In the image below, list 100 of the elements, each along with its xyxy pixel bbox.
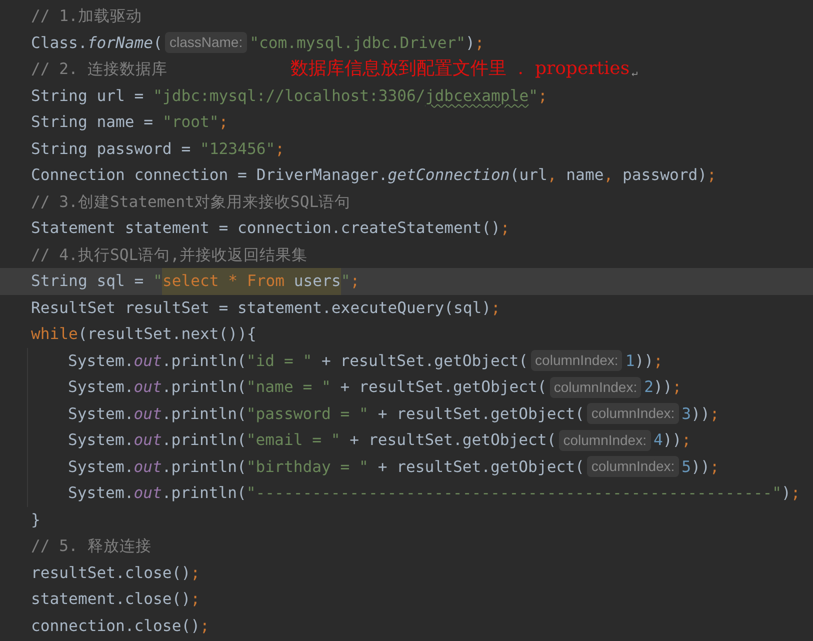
code-punctuation: ; (275, 138, 284, 160)
string-literal: " (340, 271, 350, 292)
string-literal: "com.mysql.jdbc.Driver" (250, 32, 466, 54)
code-text: )) (662, 430, 682, 451)
code-text: + resultSet.getObject( (339, 377, 547, 398)
code-text: )) (691, 456, 710, 478)
code-text: + resultSet.getObject( (376, 404, 584, 424)
code-text: (url (510, 165, 548, 186)
code-text: ( (153, 32, 162, 54)
field-name: out (134, 350, 162, 372)
code-text: System. (68, 456, 134, 478)
code-text: + resultSet.getObject( (348, 430, 556, 451)
code-punctuation: ; (200, 616, 210, 636)
string-literal: "birthday = " (246, 456, 368, 478)
code-text: System. (68, 350, 134, 372)
number-literal: 4 (654, 430, 663, 451)
code-text: ) (466, 32, 475, 54)
parameter-hint: columnIndex: (587, 403, 679, 424)
code-comment: // 1.加载驱动 (31, 6, 142, 27)
code-comment: // 2. 连接数据库 (31, 59, 168, 80)
code-punctuation: , (604, 165, 614, 186)
string-literal: " (153, 271, 162, 292)
string-literal: "id = " (246, 350, 312, 372)
code-text: ) (782, 483, 791, 504)
code-text: .println( (162, 430, 246, 451)
code-text: connection.close() (31, 616, 200, 636)
string-literal: " (528, 86, 538, 106)
code-text: } (31, 510, 40, 530)
code-text: ResultSet resultSet = statement.executeQuery(sql) (31, 298, 492, 318)
code-punctuation: ; (707, 165, 716, 186)
code-punctuation: ; (190, 589, 200, 610)
code-punctuation: , (547, 165, 558, 186)
code-punctuation: ; (218, 112, 228, 133)
code-text: String name = (31, 112, 154, 133)
string-literal: "jdbc:mysql://localhost:3306/ (153, 86, 426, 106)
method-name: getConnection (388, 165, 510, 186)
code-text: System. (68, 430, 134, 451)
string-literal: "-------------------------------------------------------" (246, 483, 782, 504)
code-punctuation: ; (710, 456, 720, 478)
parameter-hint: columnIndex: (559, 430, 650, 451)
number-literal: 5 (682, 456, 692, 478)
code-text: Connection connection = DriverManager. (31, 165, 388, 186)
code-text: .println( (162, 377, 246, 398)
code-text: )) (654, 377, 672, 398)
code-punctuation: ; (500, 218, 510, 239)
code-text: + resultSet.getObject( (376, 456, 584, 478)
paragraph-mark: ↵ (632, 66, 638, 80)
misspelled-word: jdbcexample (425, 86, 529, 106)
field-name: out (134, 430, 162, 451)
code-text: Statement statement = connection.createStatement() (31, 218, 500, 239)
code-text: String url = (31, 86, 145, 106)
code-keyword: while (31, 324, 78, 345)
code-text: name (566, 165, 604, 186)
code-text: (resultSet.next()){ (78, 324, 256, 345)
parameter-hint: className: (165, 32, 247, 54)
selected-text: users (284, 268, 341, 294)
code-punctuation: ; (790, 483, 800, 504)
code-text: System. (68, 404, 134, 424)
string-literal: "email = " (246, 430, 340, 451)
code-text: password) (622, 165, 708, 186)
code-punctuation: ; (491, 298, 500, 318)
string-literal: "root" (162, 112, 219, 133)
string-literal: "password = " (246, 404, 368, 424)
string-literal: "name = " (246, 377, 331, 398)
code-punctuation: ; (654, 350, 663, 372)
code-text: System. (68, 377, 134, 398)
code-text: )) (691, 404, 710, 424)
parameter-hint: columnIndex: (531, 350, 622, 372)
parameter-hint: columnIndex: (550, 376, 642, 398)
annotation-note: 数据库信息放到配置文件里 . properties (290, 57, 630, 81)
code-comment: // 3.创建Statement对象用来接收SQL语句 (31, 192, 351, 212)
code-text: .println( (162, 350, 246, 372)
field-name: out (134, 404, 162, 424)
method-name: forName (87, 32, 154, 54)
code-text: Class. (31, 32, 88, 54)
string-literal: "123456" (200, 138, 276, 160)
code-text: .println( (162, 456, 246, 478)
code-punctuation: ; (538, 86, 548, 106)
code-punctuation: ; (350, 271, 360, 292)
code-comment: // 4.执行SQL语句,并接收返回结果集 (31, 244, 308, 266)
code-punctuation: ; (710, 404, 720, 424)
field-name: out (134, 377, 162, 398)
code-text: System. (68, 483, 134, 504)
parameter-hint: columnIndex: (587, 456, 679, 478)
code-text: statement.close() (31, 589, 191, 610)
field-name: out (134, 483, 162, 504)
number-literal: 2 (644, 377, 654, 398)
number-literal: 3 (682, 404, 692, 424)
number-literal: 1 (625, 350, 635, 372)
code-text: resultSet.close() (31, 562, 191, 584)
code-punctuation: ; (190, 562, 200, 584)
code-punctuation: ; (474, 32, 484, 54)
code-punctuation: ; (672, 377, 682, 398)
field-name: out (134, 456, 162, 478)
code-text: .println( (162, 404, 246, 424)
code-text: .println( (162, 483, 246, 504)
code-punctuation: ; (682, 430, 692, 451)
code-text: )) (634, 350, 654, 372)
selected-text: select * From (162, 268, 285, 294)
code-text: String sql = (31, 271, 145, 292)
